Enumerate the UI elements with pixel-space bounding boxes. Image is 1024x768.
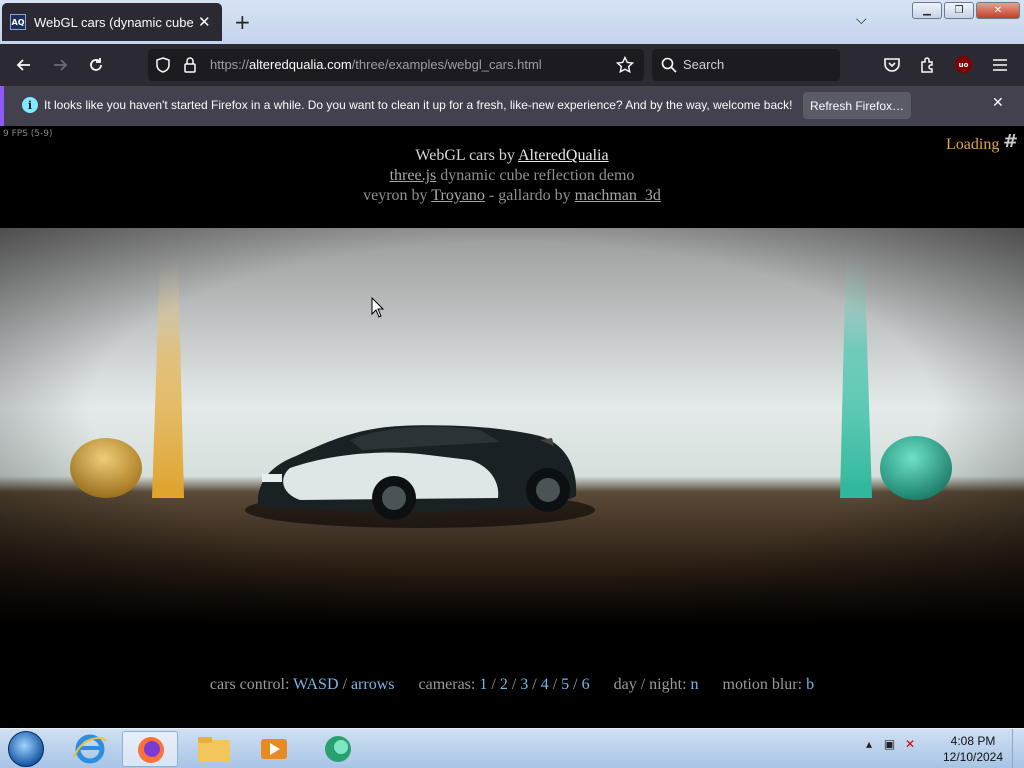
system-tray: ▴ ▣ ✕: [866, 737, 915, 751]
veyron-label: veyron by: [363, 187, 428, 204]
app-taskbar-icon[interactable]: [310, 731, 366, 767]
url-bar[interactable]: https://alteredqualia.com/three/examples…: [148, 49, 644, 81]
cars-control-label: cars control:: [209, 676, 290, 693]
webgl-page: 9 FPS (5-9) Loading # WebGL cars by Alte…: [0, 126, 1024, 728]
threejs-link[interactable]: three.js: [390, 167, 437, 184]
taskbar-clock[interactable]: 4:08 PM 12/10/2024: [940, 733, 1006, 765]
wasd-key: WASD: [293, 676, 339, 693]
info-icon: i: [22, 97, 38, 113]
site-favicon-icon: AQ: [10, 14, 26, 30]
notification-message: It looks like you haven't started Firefo…: [44, 98, 793, 112]
menu-icon[interactable]: [988, 53, 1012, 77]
tab-title: WebGL cars (dynamic cubemap: [34, 14, 194, 30]
day-night-label: day / night:: [613, 676, 687, 693]
camera-2-key: 2: [499, 676, 508, 693]
info-header: WebGL cars by AlteredQualia three.js dyn…: [0, 146, 1024, 206]
machman-link[interactable]: machman_3d: [575, 187, 661, 204]
media-player-icon[interactable]: [246, 731, 302, 767]
windows-taskbar: ▴ ▣ ✕ 4:08 PM 12/10/2024: [0, 728, 1024, 768]
volume-muted-icon[interactable]: ✕: [905, 737, 915, 751]
network-icon[interactable]: ▣: [884, 737, 895, 751]
back-icon[interactable]: [12, 53, 36, 77]
reload-icon[interactable]: [84, 53, 108, 77]
close-window-button[interactable]: ✕: [976, 2, 1020, 19]
bookmark-star-icon[interactable]: [615, 55, 635, 78]
clock-date: 12/10/2024: [942, 750, 1004, 764]
b-key: b: [806, 676, 815, 693]
vignette-overlay: [0, 228, 1024, 628]
url-text[interactable]: https://alteredqualia.com/three/examples…: [210, 57, 542, 72]
fps-counter: 9 FPS (5-9): [3, 129, 53, 139]
notification-close-icon[interactable]: ✕: [992, 95, 1004, 111]
tab-close-icon[interactable]: ✕: [198, 13, 211, 31]
list-all-tabs-icon[interactable]: ⌵: [856, 12, 867, 28]
troyano-link[interactable]: Troyano: [431, 187, 485, 204]
lock-icon[interactable]: [182, 56, 198, 78]
n-key: n: [690, 676, 699, 693]
browser-tab-strip: AQ WebGL cars (dynamic cubemap ✕ + ⌵ ▁ ❐…: [0, 0, 1024, 44]
extensions-icon[interactable]: [916, 53, 940, 77]
search-placeholder: Search: [683, 57, 725, 72]
clock-time: 4:08 PM: [950, 734, 996, 748]
ublock-origin-icon[interactable]: uo: [955, 56, 972, 73]
show-desktop-button[interactable]: [1012, 729, 1024, 768]
search-icon: [661, 57, 677, 77]
camera-3-key: 3: [520, 676, 529, 693]
refresh-firefox-button[interactable]: Refresh Firefox…: [803, 92, 911, 119]
alteredqualia-link[interactable]: AlteredQualia: [518, 147, 609, 164]
internet-explorer-icon[interactable]: [62, 731, 118, 767]
window-controls: ▁ ❐ ✕: [912, 2, 1020, 19]
arrows-key: arrows: [350, 676, 395, 693]
forward-icon[interactable]: [48, 53, 72, 77]
camera-4-key: 4: [540, 676, 549, 693]
file-explorer-icon[interactable]: [186, 731, 242, 767]
shield-icon[interactable]: [154, 56, 172, 78]
navigation-toolbar: https://alteredqualia.com/three/examples…: [0, 44, 1024, 86]
firefox-taskbar-icon[interactable]: [122, 731, 178, 767]
restore-button[interactable]: ❐: [944, 2, 974, 19]
cameras-label: cameras:: [418, 676, 476, 693]
search-input[interactable]: Search: [652, 49, 840, 81]
slash-separator: /: [342, 676, 347, 693]
new-tab-button[interactable]: +: [234, 10, 251, 34]
browser-tab[interactable]: AQ WebGL cars (dynamic cubemap ✕: [2, 3, 222, 41]
motion-blur-label: motion blur:: [722, 676, 803, 693]
camera-1-key: 1: [479, 676, 488, 693]
gallardo-label: - gallardo by: [488, 187, 571, 204]
controls-legend: cars control: WASD / arrows cameras: 1 /…: [209, 676, 815, 693]
demo-description: dynamic cube reflection demo: [440, 167, 635, 184]
camera-5-key: 5: [561, 676, 570, 693]
webgl-canvas[interactable]: [0, 228, 1024, 628]
start-button[interactable]: [8, 731, 44, 767]
minimize-button[interactable]: ▁: [912, 2, 942, 19]
show-hidden-icons-icon[interactable]: ▴: [866, 737, 872, 751]
camera-6-key: 6: [581, 676, 590, 693]
notification-bar: i It looks like you haven't started Fire…: [0, 86, 1024, 126]
title-prefix: WebGL cars by: [415, 147, 515, 164]
pocket-icon[interactable]: [880, 53, 904, 77]
mouse-cursor-icon: [371, 296, 385, 323]
